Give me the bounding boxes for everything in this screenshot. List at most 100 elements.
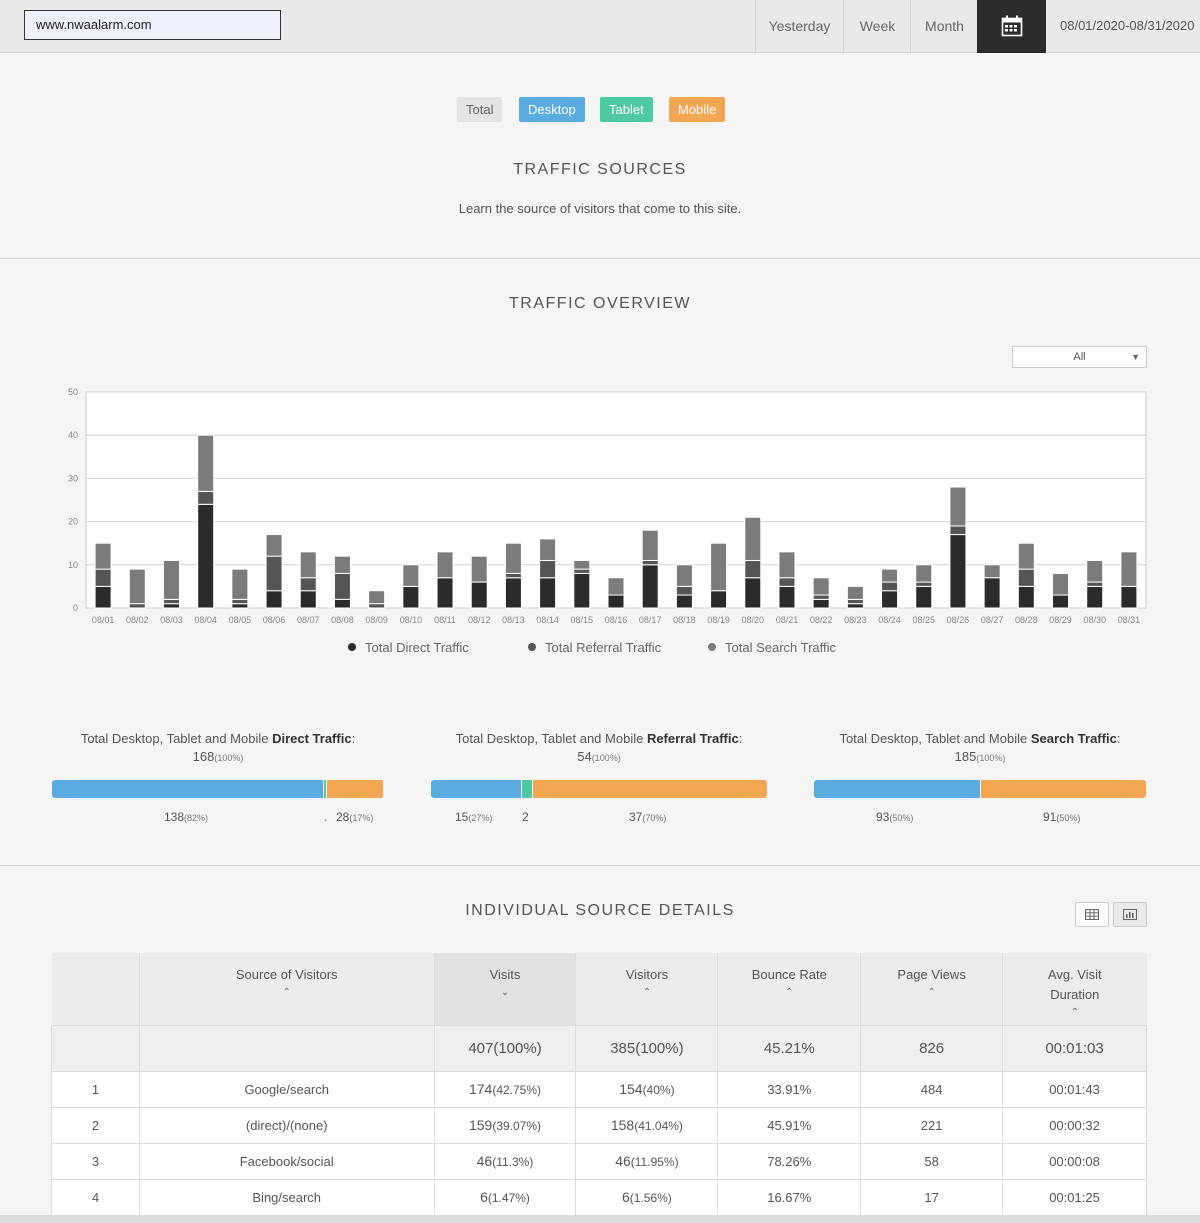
bar-segment [846, 603, 864, 609]
x-tick-label: 08/14 [536, 615, 559, 625]
bar-segment [812, 594, 830, 600]
site-selector-input[interactable]: www.nwaalarm.com [24, 10, 281, 40]
chart-view-icon [1123, 909, 1137, 920]
x-tick-label: 08/03 [160, 615, 183, 625]
bar-segment [573, 572, 591, 609]
source-details-title: INDIVIDUAL SOURCE DETAILS [465, 902, 735, 919]
referral-tablet-value: 2 [522, 810, 529, 824]
bar-segment [197, 503, 215, 609]
col-source-header[interactable]: Source of Visitors ⌃ [139, 953, 435, 1025]
tablet-segment [522, 780, 534, 798]
bar-segment [368, 590, 386, 605]
bar-segment [915, 581, 933, 587]
bar-segment [1017, 542, 1035, 570]
bar-segment [1017, 568, 1035, 587]
tab-mobile[interactable]: Mobile [669, 97, 726, 122]
col-bounce-header[interactable]: Bounce Rate ⌃ [717, 953, 862, 1025]
x-tick-label: 08/05 [229, 615, 252, 625]
x-tick-label: 08/08 [331, 615, 354, 625]
sort-up-icon: ⌃ [927, 987, 936, 998]
chart-view-button[interactable] [1113, 902, 1147, 927]
x-tick-label: 08/01 [92, 615, 115, 625]
search-traffic-summary: Total Desktop, Tablet and Mobile Search … [839, 731, 1121, 764]
table-view-icon [1085, 909, 1099, 920]
tab-tablet[interactable]: Tablet [600, 97, 653, 122]
legend-search[interactable]: Total Search Traffic [708, 640, 836, 655]
x-tick-label: 08/07 [297, 615, 320, 625]
bar-segment [539, 538, 557, 561]
sort-up-icon: ⌃ [282, 987, 291, 998]
bar-segment [231, 603, 249, 609]
bar-segment [1086, 559, 1104, 583]
col-visitors-header[interactable]: Visitors ⌃ [575, 953, 719, 1025]
mobile-segment [980, 780, 1146, 798]
bar-segment [573, 568, 591, 574]
bar-segment [128, 568, 146, 605]
bar-segment [812, 577, 830, 596]
bar-segment [675, 585, 693, 596]
legend-referral[interactable]: Total Referral Traffic [528, 640, 661, 655]
divider [0, 258, 1200, 259]
table-header-row: Source of Visitors ⌃ Visits ⌄ Visitors ⌃ Bo… [51, 953, 1147, 1025]
search-mobile-value: 91(50%) [1043, 810, 1081, 824]
x-tick-label: 08/17 [639, 615, 662, 625]
sort-up-icon: ⌃ [1070, 1007, 1079, 1018]
referral-traffic-bar [431, 780, 767, 798]
bar-segment [641, 529, 659, 561]
table-row[interactable]: 2 (direct)/(none) 159(39.07%) 158(41.04%… [51, 1106, 1147, 1144]
bar-segment [265, 590, 283, 609]
bar-segment [402, 585, 420, 609]
bar-segment [983, 564, 1001, 579]
legend-dot-icon [708, 643, 716, 651]
bar-segment [504, 542, 522, 574]
bar-segment [299, 590, 317, 609]
tab-desktop[interactable]: Desktop [519, 97, 585, 122]
x-tick-label: 08/20 [742, 615, 765, 625]
traffic-filter-select[interactable]: All ▼ [1012, 346, 1147, 368]
bar-segment [94, 585, 112, 609]
col-pageviews-header[interactable]: Page Views ⌃ [860, 953, 1004, 1025]
tab-total[interactable]: Total [457, 97, 503, 122]
direct-traffic-bar [52, 780, 384, 798]
bar-segment [162, 598, 180, 605]
bar-segment [436, 577, 454, 609]
traffic-sources-description: Learn the source of visitors that come t… [458, 201, 742, 216]
x-tick-label: 08/21 [776, 615, 799, 625]
range-yesterday-button[interactable]: Yesterday [755, 0, 843, 52]
table-row[interactable]: 3 Facebook/social 46(11.3%) 46(11.95%) 7… [51, 1142, 1147, 1180]
bar-segment [1052, 572, 1070, 596]
x-tick-label: 08/12 [468, 615, 491, 625]
bar-segment [265, 555, 283, 592]
x-tick-label: 08/25 [912, 615, 935, 625]
x-tick-label: 08/11 [434, 615, 456, 625]
traffic-overview-title: TRAFFIC OVERVIEW [509, 295, 691, 312]
sort-down-icon: ⌄ [500, 987, 510, 998]
bar-segment [744, 516, 762, 561]
bar-segment [744, 559, 762, 579]
table-row[interactable]: 1 Google/search 174(42.75%) 154(40%) 33.… [51, 1070, 1147, 1108]
legend-dot-icon [528, 643, 536, 651]
col-duration-header[interactable]: Avg. Visit Duration ⌃ [1002, 953, 1147, 1025]
calendar-button[interactable] [977, 0, 1046, 53]
x-tick-label: 08/18 [673, 615, 696, 625]
x-tick-label: 08/27 [981, 615, 1004, 625]
x-tick-label: 08/16 [605, 615, 628, 625]
sort-up-icon: ⌃ [642, 987, 652, 998]
bar-segment [710, 542, 728, 592]
x-tick-label: 08/24 [878, 615, 901, 625]
table-view-button[interactable] [1075, 902, 1109, 927]
search-traffic-bar [814, 780, 1146, 798]
legend-direct[interactable]: Total Direct Traffic [348, 640, 469, 655]
range-month-button[interactable]: Month [910, 0, 978, 52]
bar-segment [846, 598, 864, 605]
legend-dot-icon [348, 643, 356, 651]
bar-segment [402, 564, 420, 587]
col-visits-header[interactable]: Visits ⌄ [434, 953, 577, 1025]
range-week-button[interactable]: Week [843, 0, 911, 52]
bar-segment [470, 581, 488, 609]
y-tick-label: 10 [68, 560, 78, 570]
table-row[interactable]: 4 Bing/search 6(1.47%) 6(1.56%) 16.67% 1… [51, 1178, 1147, 1216]
bar-segment [881, 581, 899, 592]
bar-segment [231, 568, 249, 600]
bar-segment [539, 577, 557, 609]
